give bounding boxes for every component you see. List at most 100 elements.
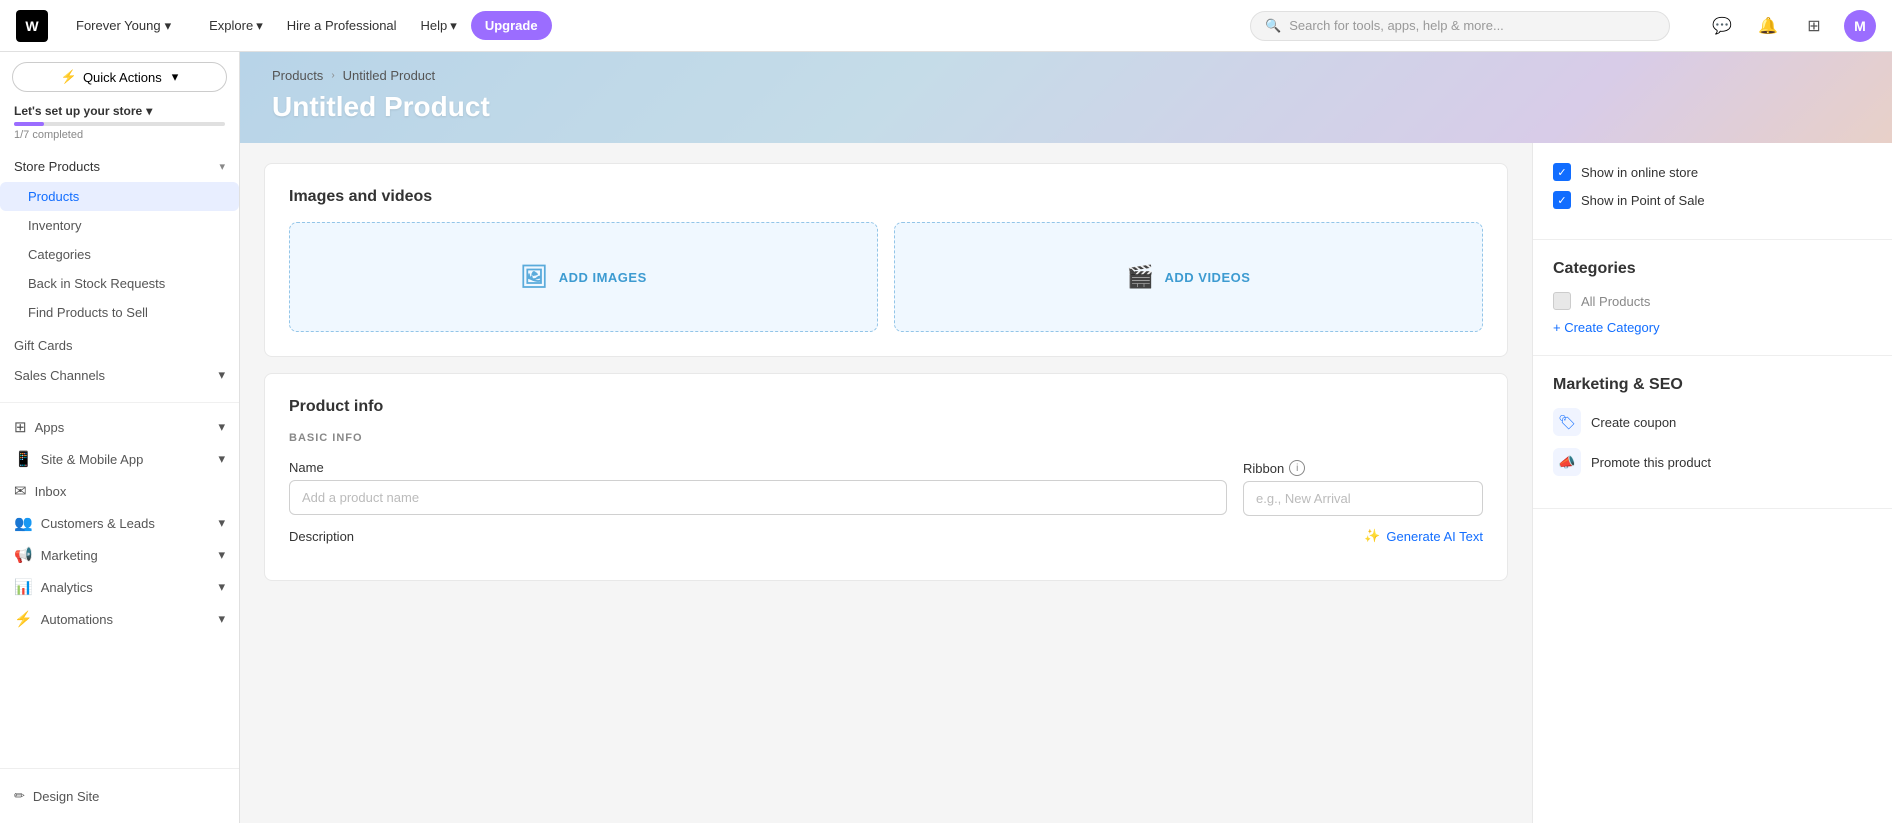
marketing-seo-section: Marketing & SEO 🏷 Create coupon 📣 Promot… (1533, 356, 1892, 509)
setup-progress: Let's set up your store ▾ 1/7 completed (0, 98, 239, 151)
promote-product-item[interactable]: 📣 Promote this product (1553, 448, 1872, 476)
create-coupon-item[interactable]: 🏷 Create coupon (1553, 408, 1872, 436)
progress-bar-fill (14, 122, 44, 126)
sidebar-item-products[interactable]: Products (0, 182, 239, 211)
breadcrumb-chevron: › (331, 70, 334, 81)
add-videos-box[interactable]: 🎬 ADD VIDEOS (894, 222, 1483, 332)
apps-icon: ⊞ (14, 418, 27, 436)
images-videos-title: Images and videos (289, 188, 1483, 206)
nav-hire[interactable]: Hire a Professional (277, 12, 407, 39)
show-online-checkbox[interactable]: ✓ (1553, 163, 1571, 181)
name-input[interactable] (289, 480, 1227, 515)
find-products-label: Find Products to Sell (28, 305, 148, 320)
sidebar-item-gift-cards[interactable]: Gift Cards (0, 331, 239, 360)
visibility-section: ✓ Show in online store ✓ Show in Point o… (1533, 143, 1892, 240)
search-icon: 🔍 (1265, 18, 1281, 34)
sidebar-group-store-products: Store Products ▾ Products Inventory Cate… (0, 151, 239, 327)
inventory-label: Inventory (28, 218, 81, 233)
name-label: Name (289, 460, 1227, 475)
customers-chevron: ▾ (218, 515, 225, 531)
sales-channels-label: Sales Channels (14, 368, 105, 383)
product-info-title: Product info (289, 398, 1483, 416)
site-name-selector[interactable]: Forever Young ▾ (68, 14, 179, 38)
add-videos-icon: 🎬 (1127, 264, 1155, 290)
name-ribbon-row: Name Ribbon i (289, 460, 1483, 516)
sidebar-item-inbox[interactable]: ✉ Inbox (0, 475, 239, 507)
design-site-button[interactable]: ✏ Design Site (14, 781, 225, 811)
analytics-chevron: ▾ (218, 579, 225, 595)
store-products-label: Store Products (14, 159, 100, 174)
sidebar-item-marketing[interactable]: 📢 Marketing ▾ (0, 539, 239, 571)
add-images-box[interactable]: 🖼 ADD IMAGES (289, 222, 878, 332)
wix-logo[interactable]: W (16, 10, 48, 42)
sidebar-item-sales-channels[interactable]: Sales Channels ▾ (0, 360, 239, 390)
design-site-icon: ✏ (14, 788, 25, 804)
description-row: Description ✨ Generate AI Text (289, 528, 1483, 544)
page-title: Untitled Product (272, 91, 1860, 123)
sidebar-group-header-store-products[interactable]: Store Products ▾ (0, 151, 239, 182)
add-images-icon: 🖼 (520, 264, 548, 290)
setup-chevron: ▾ (146, 104, 152, 118)
promote-product-icon: 📣 (1553, 448, 1581, 476)
add-videos-label: ADD VIDEOS (1165, 270, 1251, 285)
nav-help[interactable]: Help ▾ (411, 12, 467, 40)
upgrade-button[interactable]: Upgrade (471, 11, 552, 40)
store-products-chevron: ▾ (219, 160, 225, 173)
back-in-stock-label: Back in Stock Requests (28, 276, 165, 291)
progress-bar-track (14, 122, 225, 126)
nav-items: Explore ▾ Hire a Professional Help ▾ Upg… (199, 11, 551, 40)
create-category-link[interactable]: + Create Category (1553, 320, 1872, 335)
search-bar[interactable]: 🔍 Search for tools, apps, help & more... (1250, 11, 1670, 41)
generate-ai-icon: ✨ (1364, 528, 1380, 544)
all-products-checkbox[interactable] (1553, 292, 1571, 310)
sidebar-item-inventory[interactable]: Inventory (0, 211, 239, 240)
sidebar-item-back-in-stock[interactable]: Back in Stock Requests (0, 269, 239, 298)
quick-actions-button[interactable]: ⚡ Quick Actions ▾ (12, 62, 227, 92)
sidebar-item-find-products[interactable]: Find Products to Sell (0, 298, 239, 327)
help-chevron: ▾ (450, 18, 457, 34)
user-avatar[interactable]: M (1844, 10, 1876, 42)
nav-explore[interactable]: Explore ▾ (199, 12, 273, 40)
explore-chevron: ▾ (256, 18, 263, 34)
quick-actions-chevron: ▾ (172, 69, 179, 85)
breadcrumb-parent[interactable]: Products (272, 68, 323, 83)
sidebar-item-categories[interactable]: Categories (0, 240, 239, 269)
sidebar-item-customers-leads[interactable]: 👥 Customers & Leads ▾ (0, 507, 239, 539)
product-info-card: Product info BASIC INFO Name Ribbon i (264, 373, 1508, 581)
categories-section: Categories All Products + Create Categor… (1533, 240, 1892, 356)
products-label: Products (28, 189, 79, 204)
show-pos-label: Show in Point of Sale (1581, 193, 1705, 208)
images-videos-card: Images and videos 🖼 ADD IMAGES 🎬 ADD VID… (264, 163, 1508, 357)
show-pos-row: ✓ Show in Point of Sale (1553, 191, 1872, 209)
sidebar-item-analytics[interactable]: 📊 Analytics ▾ (0, 571, 239, 603)
show-pos-checkbox[interactable]: ✓ (1553, 191, 1571, 209)
categories-label: Categories (28, 247, 91, 262)
design-site-footer: ✏ Design Site (0, 768, 239, 823)
marketing-seo-title: Marketing & SEO (1553, 376, 1872, 394)
generate-ai-button[interactable]: ✨ Generate AI Text (1364, 528, 1483, 544)
marketing-icon: 📢 (14, 546, 33, 564)
sales-channels-chevron: ▾ (218, 367, 225, 383)
sidebar-item-apps[interactable]: ⊞ Apps ▾ (0, 411, 239, 443)
automations-chevron: ▾ (218, 611, 225, 627)
sidebar-item-site-mobile[interactable]: 📱 Site & Mobile App ▾ (0, 443, 239, 475)
sidebar-item-automations[interactable]: ⚡ Automations ▾ (0, 603, 239, 635)
setup-label-text: Let's set up your store ▾ (14, 104, 225, 118)
breadcrumb: Products › Untitled Product (272, 68, 1860, 83)
notifications-icon-button[interactable]: 🔔 (1752, 10, 1784, 42)
ribbon-info-icon[interactable]: i (1289, 460, 1305, 476)
right-panel: ✓ Show in online store ✓ Show in Point o… (1532, 143, 1892, 823)
grid-icon-button[interactable]: ⊞ (1798, 10, 1830, 42)
analytics-icon: 📊 (14, 578, 33, 596)
messages-icon-button[interactable]: 💬 (1706, 10, 1738, 42)
main-body: Images and videos 🖼 ADD IMAGES 🎬 ADD VID… (240, 143, 1892, 823)
description-label: Description (289, 529, 1348, 544)
ribbon-input[interactable] (1243, 481, 1483, 516)
hero-header: Products › Untitled Product Untitled Pro… (240, 52, 1892, 143)
automations-icon: ⚡ (14, 610, 33, 628)
inbox-icon: ✉ (14, 482, 27, 500)
ribbon-field: Ribbon i (1243, 460, 1483, 516)
show-online-label: Show in online store (1581, 165, 1698, 180)
top-nav-actions: 💬 🔔 ⊞ M (1706, 10, 1876, 42)
ribbon-label: Ribbon i (1243, 460, 1483, 476)
